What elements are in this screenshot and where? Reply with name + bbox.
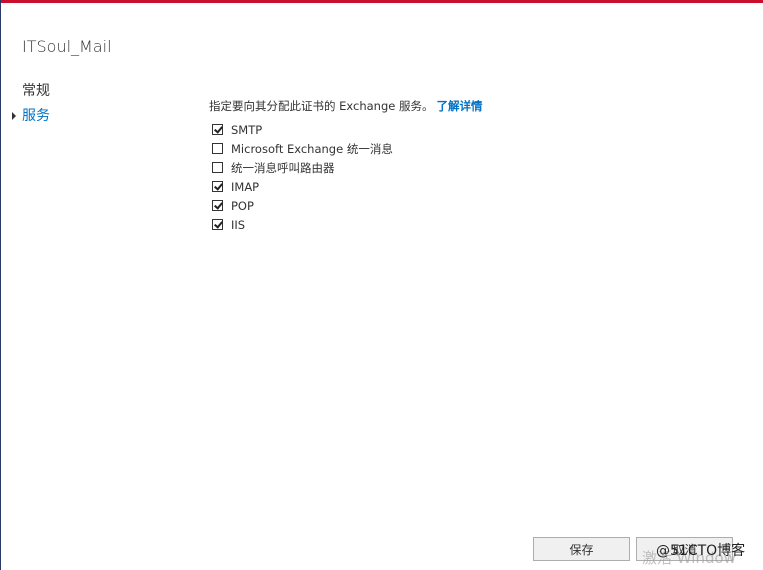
- checkbox-pop[interactable]: [212, 200, 223, 211]
- service-imap[interactable]: IMAP: [212, 177, 393, 196]
- description-text: 指定要向其分配此证书的 Exchange 服务。: [209, 99, 434, 113]
- service-um-call-router[interactable]: 统一消息呼叫路由器: [212, 158, 393, 177]
- blog-watermark: @51CTO博客: [656, 543, 746, 559]
- save-button[interactable]: 保存: [533, 537, 630, 561]
- services-description: 指定要向其分配此证书的 Exchange 服务。 了解详情: [209, 98, 483, 114]
- checkbox-smtp[interactable]: [212, 124, 223, 135]
- nav-item-general[interactable]: 常规: [22, 82, 50, 107]
- checkbox-um-call-router[interactable]: [212, 162, 223, 173]
- service-label: Microsoft Exchange 统一消息: [231, 141, 393, 156]
- nav-item-label: 服务: [22, 108, 50, 124]
- service-label: 统一消息呼叫路由器: [231, 160, 335, 175]
- service-smtp[interactable]: SMTP: [212, 120, 393, 139]
- service-iis[interactable]: IIS: [212, 215, 393, 234]
- service-label: IIS: [231, 217, 246, 232]
- service-unified-messaging[interactable]: Microsoft Exchange 统一消息: [212, 139, 393, 158]
- service-label: IMAP: [231, 179, 260, 194]
- service-label: SMTP: [231, 122, 263, 137]
- nav-item-services[interactable]: 服务: [12, 107, 50, 132]
- checkbox-iis[interactable]: [212, 219, 223, 230]
- left-nav: 常规 服务: [12, 82, 50, 132]
- learn-more-link[interactable]: 了解详情: [437, 99, 483, 113]
- window-title: ITSoul_Mail: [22, 37, 112, 56]
- service-label: POP: [231, 198, 254, 213]
- caret-right-icon: [12, 112, 16, 120]
- nav-item-label: 常规: [22, 83, 50, 99]
- window-top-border: [0, 0, 764, 3]
- checkbox-unified-messaging[interactable]: [212, 143, 223, 154]
- services-list: SMTP Microsoft Exchange 统一消息 统一消息呼叫路由器 I…: [212, 120, 393, 234]
- window-left-border: [0, 0, 1, 570]
- checkbox-imap[interactable]: [212, 181, 223, 192]
- service-pop[interactable]: POP: [212, 196, 393, 215]
